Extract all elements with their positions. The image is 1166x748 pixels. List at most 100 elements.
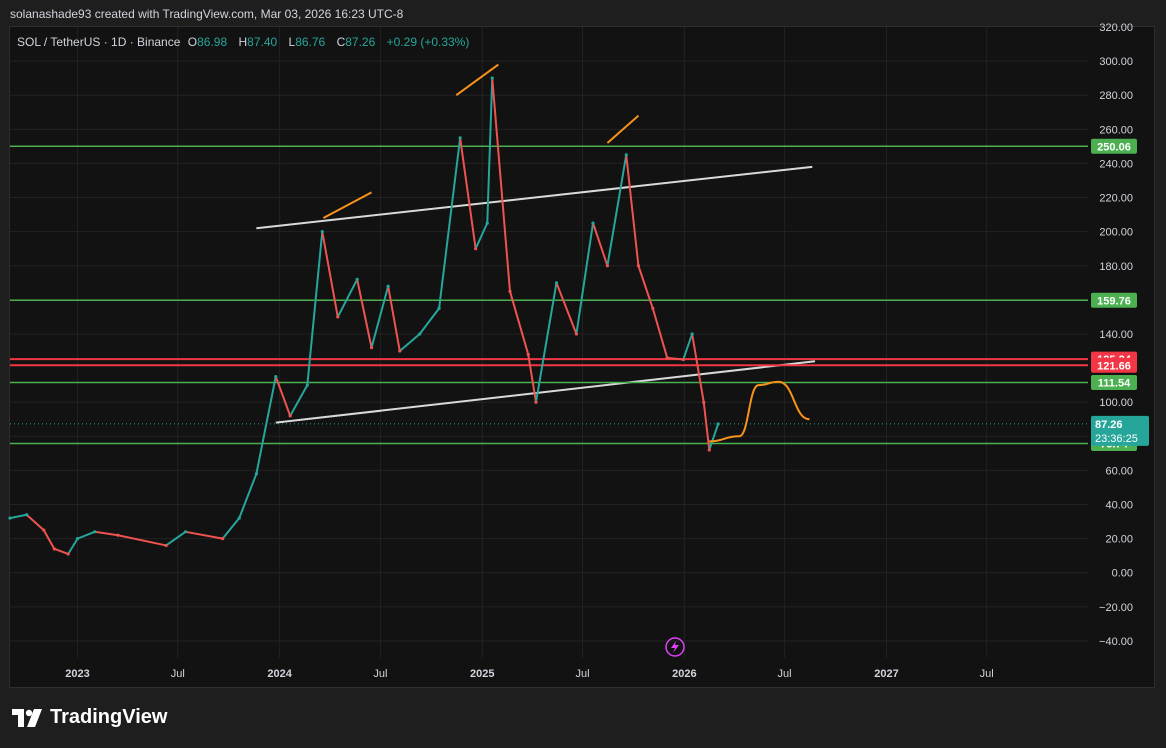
level-label: 111.54 <box>1098 378 1131 390</box>
price-point <box>574 332 579 336</box>
annotation-line <box>322 191 373 219</box>
level-label: 159.76 <box>1097 295 1131 307</box>
price-segment <box>116 534 168 547</box>
price-point <box>42 528 46 532</box>
horizontal-levels <box>10 145 1088 445</box>
price-segment <box>53 547 70 555</box>
price-point <box>221 537 225 541</box>
price-tick-label: 300.00 <box>1099 56 1133 68</box>
price-point <box>305 383 309 387</box>
price-point <box>681 357 685 362</box>
time-tick-label: Jul <box>778 668 792 680</box>
price-point <box>93 530 97 534</box>
annotations <box>322 63 810 443</box>
price-point <box>508 289 512 293</box>
price-point <box>25 513 29 517</box>
price-segment <box>221 517 241 540</box>
price-point <box>437 306 441 310</box>
price-point <box>490 76 494 80</box>
price-point <box>651 306 655 310</box>
high-value: 87.40 <box>247 35 278 49</box>
close-key: C <box>336 35 346 49</box>
price-segment <box>637 264 654 310</box>
price-segment <box>25 513 45 532</box>
price-point <box>237 516 241 520</box>
close-value: 87.26 <box>345 35 376 49</box>
price-segment <box>398 332 421 353</box>
price-tick-label: 0.00 <box>1112 568 1133 580</box>
price-chart[interactable]: 320.00 300.00 280.00 260.00 240.00 220.00 200.… <box>0 0 1166 748</box>
price-segment <box>76 530 96 540</box>
price-point <box>534 400 538 404</box>
price-segment <box>387 285 401 353</box>
price-tick-label: −20.00 <box>1099 602 1133 614</box>
high-key: H <box>238 35 248 49</box>
price-point <box>690 332 694 336</box>
change-value: +0.29 (+0.33%) <box>386 35 470 49</box>
ohlc-high: H87.40 <box>238 35 281 49</box>
projection-curve <box>709 380 810 443</box>
price-segment <box>606 153 628 267</box>
price-point <box>274 375 278 379</box>
price-segment <box>555 281 578 335</box>
price-point <box>485 221 489 225</box>
price-segment <box>67 537 79 555</box>
time-tick-label: 2025 <box>470 668 494 680</box>
price-tick-label: 40.00 <box>1105 500 1133 512</box>
price-tick-label: 220.00 <box>1099 193 1133 205</box>
price-point <box>716 422 720 426</box>
price-tick-label: 280.00 <box>1099 90 1133 102</box>
price-point <box>474 247 478 251</box>
price-tick-label: 60.00 <box>1105 465 1133 477</box>
price-point <box>336 315 340 319</box>
time-tick-label: Jul <box>171 668 185 680</box>
price-point <box>183 530 188 534</box>
price-segment <box>702 401 711 451</box>
price-point <box>254 472 258 476</box>
price-point <box>8 516 12 520</box>
price-point <box>554 281 559 285</box>
price-tick-label: 320.00 <box>1099 22 1133 34</box>
open-key: O <box>187 35 198 49</box>
price-segment <box>708 422 720 451</box>
price-segment <box>651 307 669 359</box>
time-tick-label: 2026 <box>672 668 696 680</box>
price-point <box>288 414 292 418</box>
time-tick-label: 2024 <box>267 668 292 680</box>
price-point <box>355 277 359 281</box>
time-tick-label: 2023 <box>65 668 89 680</box>
price-segment <box>321 230 339 318</box>
price-segment <box>336 278 359 318</box>
price-tick-label: 20.00 <box>1105 534 1133 546</box>
ohlc-low: L86.76 <box>289 35 330 49</box>
ohlc-open: O86.98 <box>188 35 231 49</box>
price-tick-label: 140.00 <box>1099 329 1133 341</box>
price-segment <box>491 77 511 293</box>
last-price-label: 87.26 <box>1095 419 1123 431</box>
time-tick-label: Jul <box>373 668 387 680</box>
tradingview-logo[interactable]: TradingView <box>12 706 167 729</box>
price-segment <box>93 530 119 537</box>
price-segment <box>592 222 609 267</box>
time-tick-label: Jul <box>575 668 589 680</box>
price-tick-label: 100.00 <box>1099 397 1133 409</box>
price-segment <box>306 230 324 387</box>
time-tick-label: Jul <box>980 668 994 680</box>
price-tick-label: −40.00 <box>1099 636 1133 648</box>
trendlines <box>256 165 816 424</box>
level-label: 250.06 <box>1097 141 1131 153</box>
price-tick-label: 180.00 <box>1099 261 1133 273</box>
price-segment <box>625 153 640 267</box>
price-segment <box>356 278 373 349</box>
price-point <box>386 284 390 288</box>
price-tick-label: 260.00 <box>1099 124 1133 136</box>
price-point <box>418 332 422 336</box>
price-segment <box>42 529 56 550</box>
price-segment <box>184 530 224 540</box>
price-segment <box>370 285 390 349</box>
price-point <box>369 346 374 350</box>
price-point <box>398 349 402 353</box>
grid <box>10 27 1088 658</box>
price-point <box>458 136 462 140</box>
price-segment <box>418 307 441 335</box>
